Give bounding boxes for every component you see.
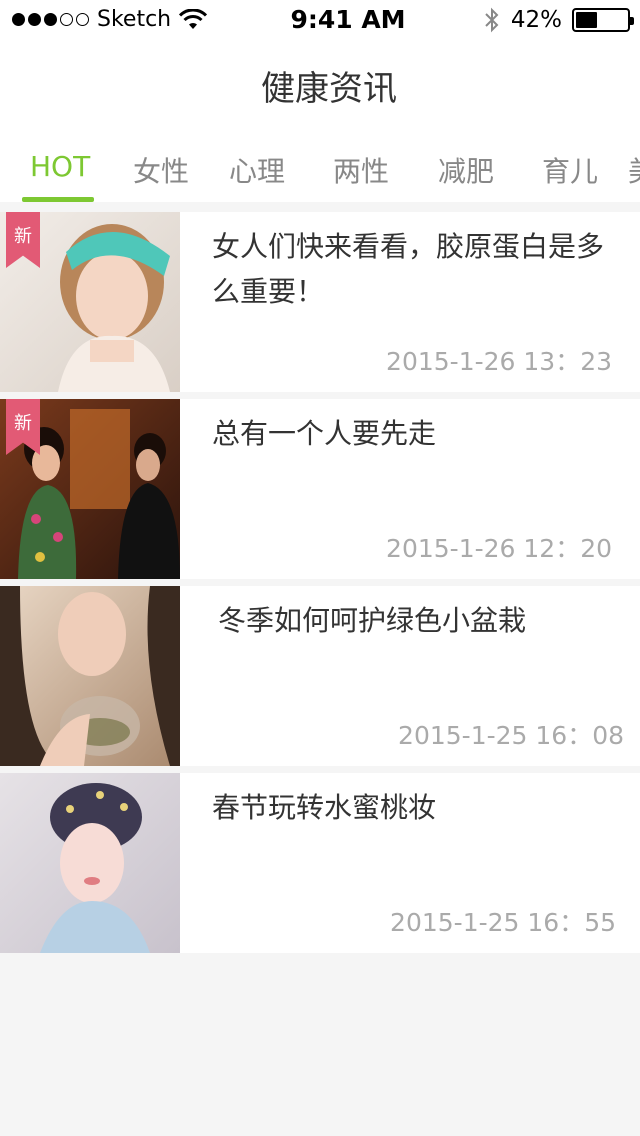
article-title: 总有一个人要先走 (212, 417, 437, 450)
tab-psychology[interactable]: 心理 (229, 150, 285, 202)
tab-label: HOT (30, 150, 91, 183)
bluetooth-icon (485, 7, 499, 33)
article-timestamp: 2015-1-26 13：23 (386, 347, 612, 376)
article-title: 冬季如何呵护绿色小盆栽 (218, 604, 527, 637)
article-thumbnail (0, 586, 180, 766)
status-bar: Sketch 9:41 AM 42% (0, 0, 640, 40)
battery-icon (572, 8, 634, 32)
article-timestamp: 2015-1-25 16：08 (398, 721, 624, 750)
tab-label: 心理 (229, 155, 286, 188)
article-title: 春节玩转水蜜桃妆 (212, 791, 437, 824)
status-right: 42% (483, 6, 634, 34)
thumbnail-image (0, 586, 180, 766)
tab-women[interactable]: 女性 (133, 150, 189, 202)
battery-percent: 42% (510, 7, 562, 33)
tab-label: 女性 (133, 155, 190, 188)
article-card[interactable]: 新 总有一个人要先走 2015-1-26 12：20 (0, 399, 640, 579)
tab-parenting[interactable]: 育儿 (542, 150, 598, 202)
article-thumbnail (0, 773, 180, 953)
tab-weight-loss[interactable]: 减肥 (438, 150, 494, 202)
tab-beauty[interactable]: 美 (628, 150, 640, 202)
tab-label: 美 (628, 155, 640, 188)
active-tab-indicator (22, 197, 95, 202)
article-card[interactable]: 冬季如何呵护绿色小盆栽 2015-1-25 16：08 (0, 586, 640, 766)
tab-hot[interactable]: HOT (22, 150, 95, 202)
article-thumbnail: 新 (0, 399, 180, 579)
nav-header: 健康资讯 (0, 40, 640, 130)
category-tabs: HOT 女性 心理 两性 减肥 育儿 美 (0, 130, 640, 202)
tab-label: 两性 (333, 155, 390, 188)
article-card[interactable]: 春节玩转水蜜桃妆 2015-1-25 16：55 (0, 773, 640, 953)
article-title: 女人们快来看看，胶原蛋白是多么重要！ (212, 230, 605, 308)
page-title: 健康资讯 (261, 68, 397, 109)
article-thumbnail: 新 (0, 212, 180, 392)
article-timestamp: 2015-1-25 16：55 (390, 908, 616, 937)
article-card[interactable]: 新 女人们快来看看，胶原蛋白是多么重要！ 2015-1-26 13：23 (0, 212, 640, 392)
thumbnail-image (0, 773, 180, 953)
tab-relationships[interactable]: 两性 (333, 150, 389, 202)
tab-label: 育儿 (542, 155, 599, 188)
battery-level (576, 12, 597, 28)
tab-label: 减肥 (438, 155, 495, 188)
article-timestamp: 2015-1-26 12：20 (386, 534, 612, 563)
